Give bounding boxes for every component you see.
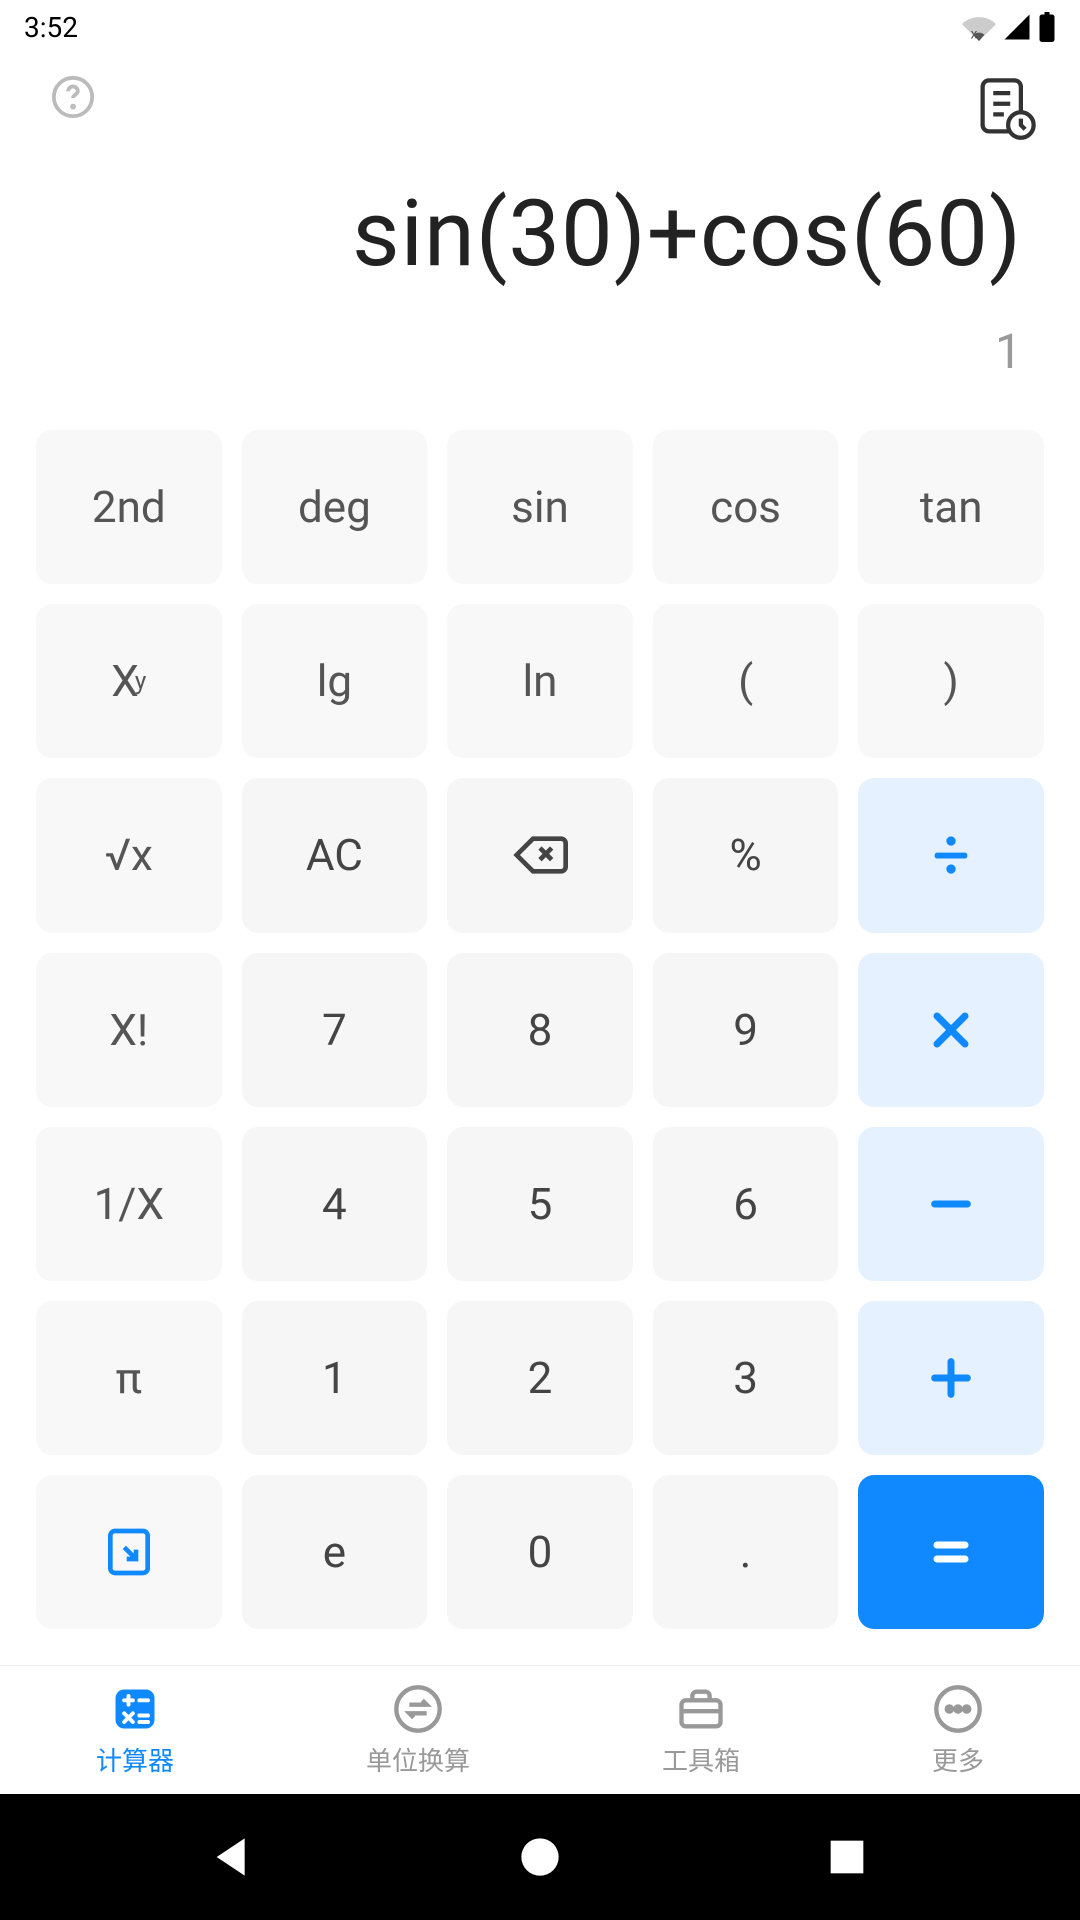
key-deg[interactable]: deg	[242, 430, 428, 584]
key-6[interactable]: 6	[653, 1127, 839, 1281]
key-2nd[interactable]: 2nd	[36, 430, 222, 584]
key-lg[interactable]: lg	[242, 604, 428, 758]
status-bar: 3:52 x	[0, 0, 1080, 54]
key-minus[interactable]	[858, 1127, 1044, 1281]
display-area: sin(30)+cos(60) 1	[0, 174, 1080, 430]
key-tan[interactable]: tan	[858, 430, 1044, 584]
key-factorial[interactable]: X!	[36, 953, 222, 1107]
key-collapse[interactable]	[36, 1475, 222, 1629]
more-icon	[932, 1683, 984, 1735]
status-icons: x	[962, 12, 1056, 42]
key-sqrt[interactable]: √x	[36, 778, 222, 932]
nav-toolbox[interactable]: 工具箱	[662, 1683, 740, 1778]
key-backspace[interactable]	[447, 778, 633, 932]
nav-more-label: 更多	[932, 1741, 984, 1778]
system-nav-bar	[0, 1794, 1080, 1920]
key-dot[interactable]: .	[653, 1475, 839, 1629]
nav-more[interactable]: 更多	[932, 1683, 984, 1778]
key-cos[interactable]: cos	[653, 430, 839, 584]
key-2[interactable]: 2	[447, 1301, 633, 1455]
divide-icon	[923, 827, 979, 883]
key-lparen[interactable]: (	[653, 604, 839, 758]
history-icon[interactable]	[972, 74, 1040, 142]
home-button[interactable]	[512, 1829, 568, 1885]
battery-icon	[1038, 12, 1056, 42]
key-rparen[interactable]: )	[858, 604, 1044, 758]
collapse-icon	[101, 1524, 157, 1580]
equals-icon	[923, 1524, 979, 1580]
key-1[interactable]: 1	[242, 1301, 428, 1455]
cell-signal-icon	[1002, 12, 1032, 42]
bottom-nav: 计算器 单位换算 工具箱 更多	[0, 1666, 1080, 1794]
nav-unit-label: 单位换算	[366, 1741, 470, 1778]
key-pi[interactable]: π	[36, 1301, 222, 1455]
top-bar	[0, 54, 1080, 174]
toolbox-icon	[675, 1683, 727, 1735]
key-multiply[interactable]	[858, 953, 1044, 1107]
keypad: 2nd deg sin cos tan Xy lg ln ( ) √x AC %…	[0, 430, 1080, 1629]
backspace-icon	[512, 827, 568, 883]
nav-toolbox-label: 工具箱	[662, 1741, 740, 1778]
multiply-icon	[923, 1002, 979, 1058]
minus-icon	[923, 1176, 979, 1232]
key-plus[interactable]	[858, 1301, 1044, 1455]
expression-display: sin(30)+cos(60)	[58, 184, 1022, 285]
key-divide[interactable]	[858, 778, 1044, 932]
back-button[interactable]	[205, 1829, 261, 1885]
key-8[interactable]: 8	[447, 953, 633, 1107]
key-7[interactable]: 7	[242, 953, 428, 1107]
convert-icon	[392, 1683, 444, 1735]
recent-button[interactable]	[819, 1829, 875, 1885]
plus-icon	[923, 1350, 979, 1406]
status-time: 3:52	[24, 11, 78, 44]
key-ln[interactable]: ln	[447, 604, 633, 758]
key-3[interactable]: 3	[653, 1301, 839, 1455]
key-power[interactable]: Xy	[36, 604, 222, 758]
key-sin[interactable]: sin	[447, 430, 633, 584]
nav-unit[interactable]: 单位换算	[366, 1683, 470, 1778]
key-percent[interactable]: %	[653, 778, 839, 932]
nav-calculator[interactable]: 计算器	[96, 1683, 174, 1778]
nav-calculator-label: 计算器	[96, 1741, 174, 1778]
key-e[interactable]: e	[242, 1475, 428, 1629]
key-ac[interactable]: AC	[242, 778, 428, 932]
key-reciprocal[interactable]: 1/X	[36, 1127, 222, 1281]
svg-text:x: x	[971, 26, 978, 42]
wifi-off-icon: x	[962, 12, 996, 42]
key-0[interactable]: 0	[447, 1475, 633, 1629]
key-9[interactable]: 9	[653, 953, 839, 1107]
calculator-icon	[109, 1683, 161, 1735]
key-equals[interactable]	[858, 1475, 1044, 1629]
result-display: 1	[58, 323, 1022, 380]
key-5[interactable]: 5	[447, 1127, 633, 1281]
help-icon[interactable]	[50, 74, 96, 120]
key-4[interactable]: 4	[242, 1127, 428, 1281]
